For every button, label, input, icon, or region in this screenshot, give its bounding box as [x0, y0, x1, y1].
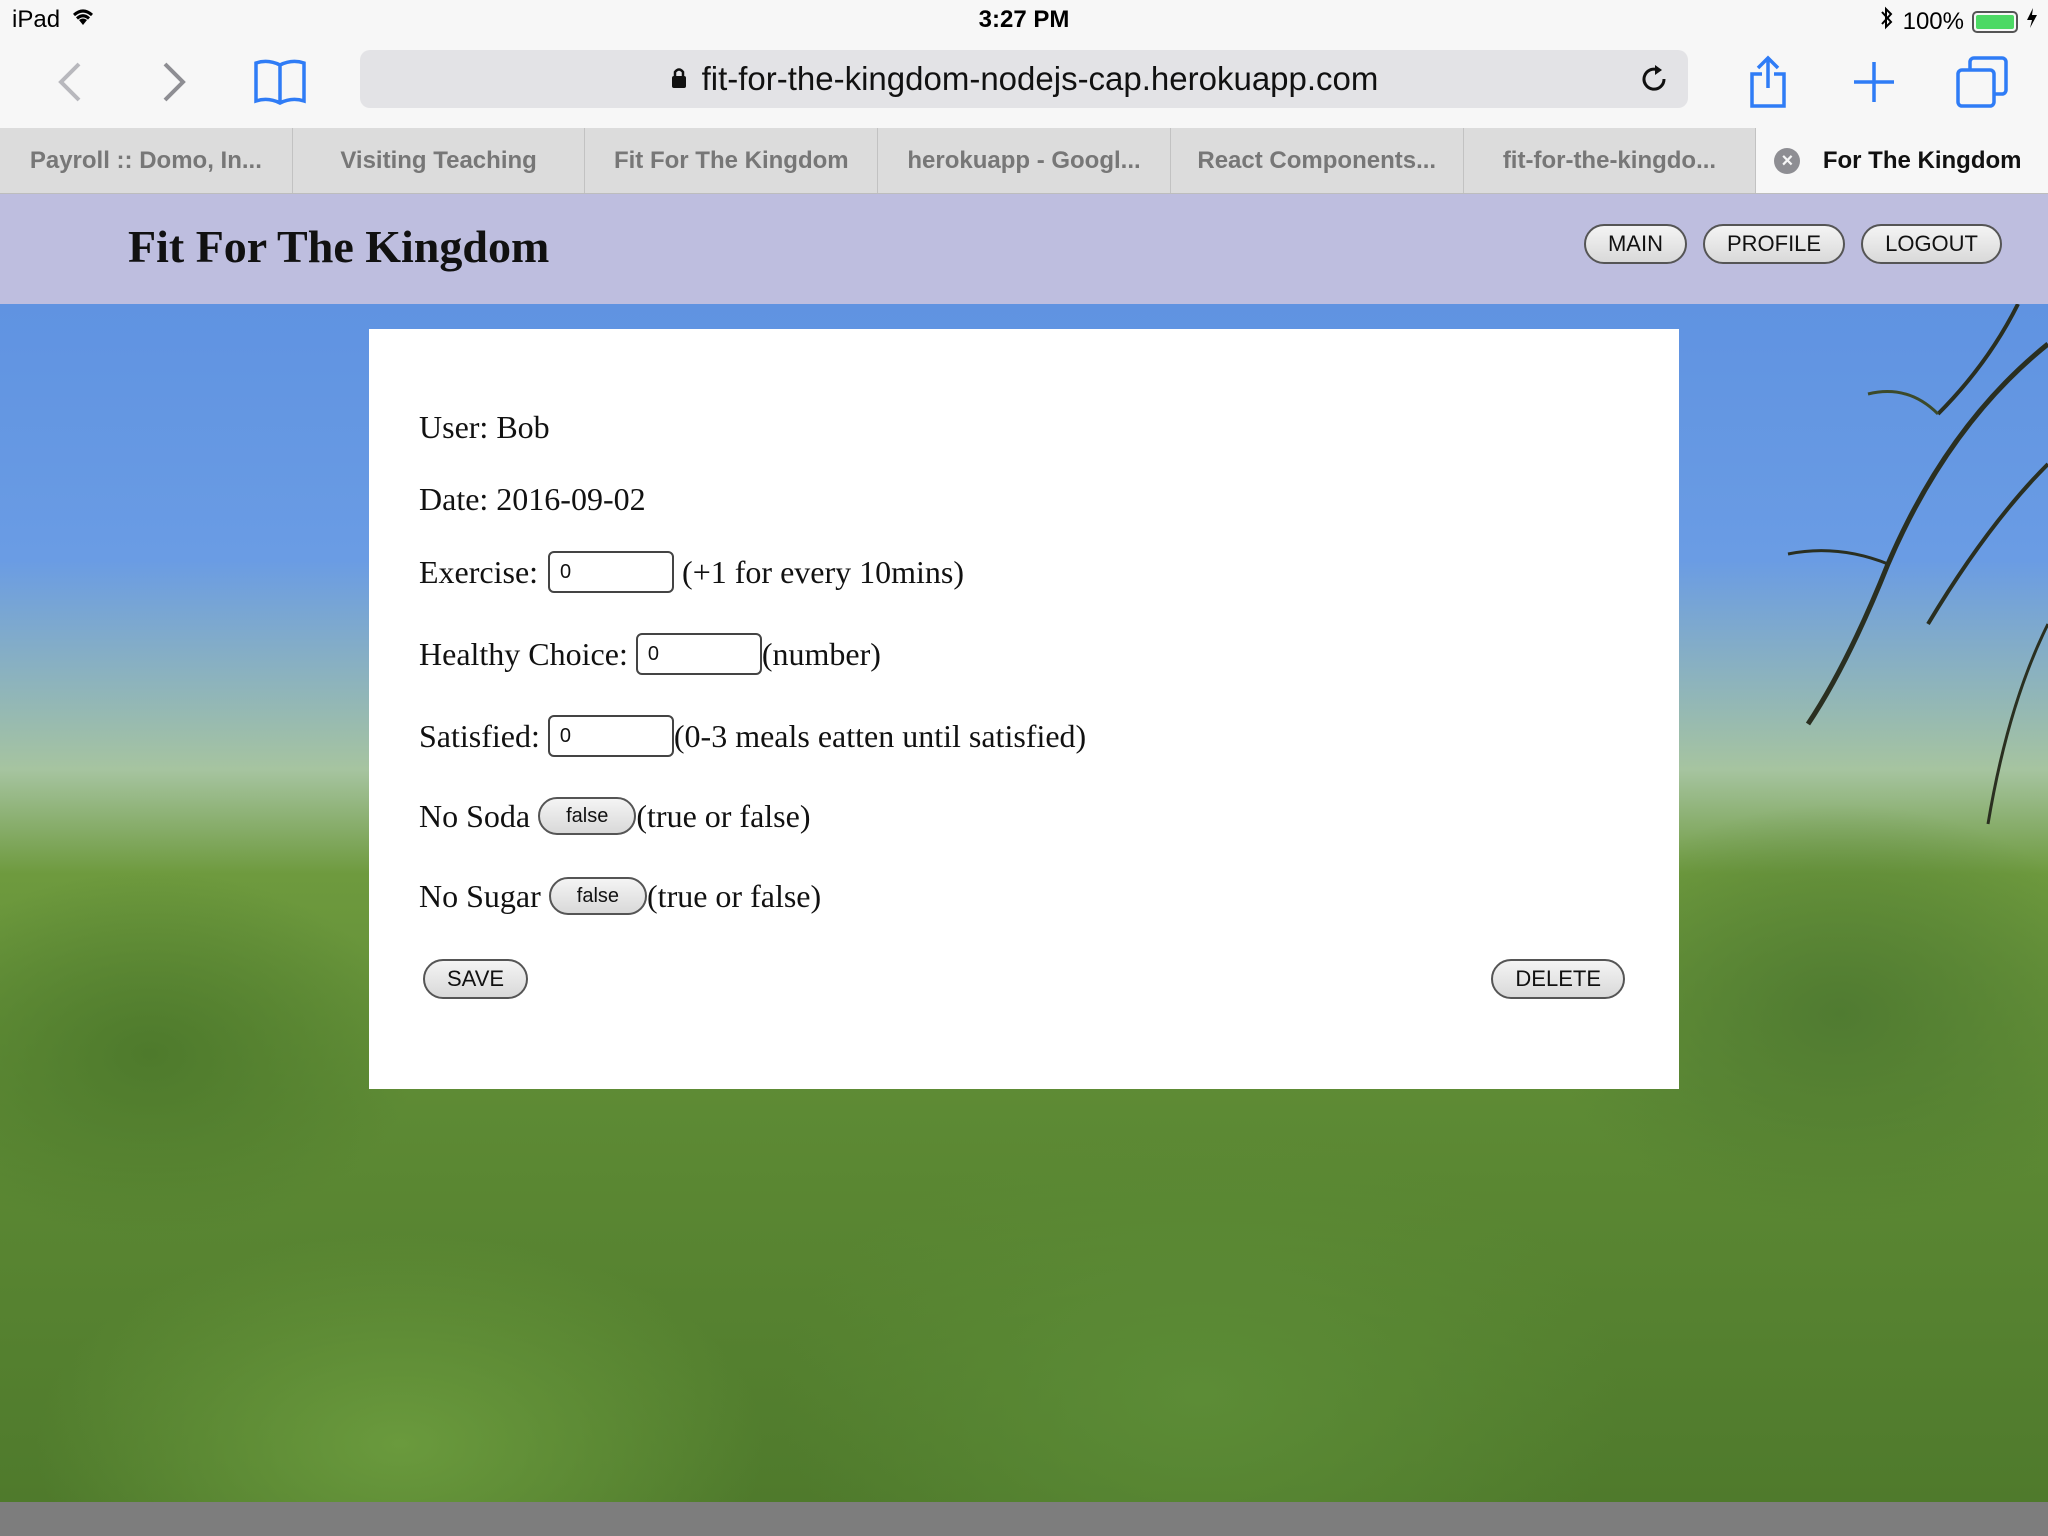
browser-toolbar: fit-for-the-kingdom-nodejs-cap.herokuapp…	[0, 42, 2048, 128]
no-soda-hint: (true or false)	[636, 797, 811, 834]
date-line: Date: 2016-09-02	[419, 481, 646, 518]
forward-icon[interactable]	[142, 50, 206, 114]
no-sugar-label: No Sugar	[419, 877, 541, 914]
healthy-choice-input[interactable]: 0	[635, 633, 762, 675]
bottom-bar	[0, 1502, 2048, 1536]
save-button[interactable]: SAVE	[423, 959, 529, 999]
bluetooth-icon	[1879, 6, 1895, 37]
no-sugar-toggle[interactable]: false	[548, 877, 648, 915]
reload-icon[interactable]	[1634, 59, 1674, 99]
tab-payroll[interactable]: Payroll :: Domo, In...	[0, 128, 293, 193]
tab-strip: Payroll :: Domo, In... Visiting Teaching…	[0, 128, 2048, 194]
exercise-hint: (+1 for every 10mins)	[682, 553, 965, 590]
no-soda-row: No Soda false (true or false)	[419, 797, 810, 835]
battery-fill	[1976, 14, 2014, 29]
url-text: fit-for-the-kingdom-nodejs-cap.herokuapp…	[701, 60, 1379, 97]
lock-icon	[670, 60, 688, 98]
healthy-choice-row: Healthy Choice: 0 (number)	[419, 633, 881, 675]
site-header: Fit For The Kingdom MAIN PROFILE LOGOUT	[0, 194, 2048, 304]
tabs-overview-icon[interactable]	[1950, 50, 2014, 114]
exercise-input[interactable]: 0	[548, 551, 675, 593]
satisfied-hint: (0-3 meals eatten until satisfied)	[673, 717, 1087, 754]
exercise-label: Exercise:	[419, 553, 539, 590]
tab-label: Payroll :: Domo, In...	[29, 146, 262, 174]
battery-percent: 100%	[1902, 7, 1964, 35]
date-label: Date: 2016-09-02	[419, 481, 646, 517]
tab-for-the-kingdom[interactable]: × For The Kingdom	[1756, 128, 2048, 193]
back-icon[interactable]	[38, 50, 102, 114]
status-time: 3:27 PM	[978, 6, 1070, 33]
main-button[interactable]: MAIN	[1583, 224, 1687, 264]
healthy-choice-hint: (number)	[761, 635, 881, 672]
satisfied-input[interactable]: 0	[547, 715, 674, 757]
tab-label: herokuapp - Googl...	[907, 146, 1141, 174]
web-page: Fit For The Kingdom MAIN PROFILE LOGOUT …	[0, 194, 2048, 1502]
tab-label: Visiting Teaching	[340, 146, 537, 174]
healthy-choice-label: Healthy Choice:	[419, 635, 628, 672]
tab-fit-for-the-kingdom[interactable]: Fit For The Kingdom	[585, 128, 879, 193]
user-label: User: Bob	[419, 409, 550, 445]
satisfied-row: Satisfied: 0 (0-3 meals eatten until sat…	[419, 715, 1086, 757]
tab-fit-for-the-kingdom-app[interactable]: fit-for-the-kingdo...	[1464, 128, 1757, 193]
tab-label: fit-for-the-kingdo...	[1502, 146, 1717, 174]
exercise-row: Exercise: 0 (+1 for every 10mins)	[419, 551, 964, 593]
tab-herokuapp-google[interactable]: herokuapp - Googl...	[878, 128, 1171, 193]
tab-label: For The Kingdom	[1822, 146, 2022, 174]
charging-icon	[2026, 7, 2038, 36]
status-right: 100%	[1879, 6, 2038, 37]
site-title: Fit For The Kingdom	[128, 221, 550, 272]
address-bar[interactable]: fit-for-the-kingdom-nodejs-cap.herokuapp…	[360, 50, 1688, 108]
no-soda-label: No Soda	[419, 797, 531, 834]
logout-button[interactable]: LOGOUT	[1861, 224, 2002, 264]
no-sugar-row: No Sugar false (true or false)	[419, 877, 821, 915]
share-icon[interactable]	[1736, 50, 1800, 114]
bookmarks-icon[interactable]	[248, 50, 312, 114]
battery-icon	[1972, 10, 2018, 33]
status-bar: iPad 3:27 PM 100%	[0, 0, 2048, 42]
delete-button[interactable]: DELETE	[1491, 959, 1625, 999]
profile-button[interactable]: PROFILE	[1702, 224, 1846, 264]
no-soda-toggle[interactable]: false	[538, 797, 637, 835]
tab-react-components[interactable]: React Components...	[1171, 128, 1464, 193]
tab-visiting-teaching[interactable]: Visiting Teaching	[293, 128, 586, 193]
new-tab-icon[interactable]	[1842, 50, 1906, 114]
close-tab-icon[interactable]: ×	[1774, 148, 1801, 174]
entry-form-card: User: Bob Date: 2016-09-02 Exercise: 0 (…	[369, 329, 1679, 1089]
tab-label: Fit For The Kingdom	[613, 146, 849, 174]
tree-branches-image	[1787, 304, 2048, 825]
user-line: User: Bob	[419, 409, 550, 446]
tab-label: React Components...	[1197, 146, 1437, 174]
site-nav: MAIN PROFILE LOGOUT	[1583, 224, 2002, 264]
satisfied-label: Satisfied:	[419, 717, 540, 754]
no-sugar-hint: (true or false)	[647, 877, 822, 914]
